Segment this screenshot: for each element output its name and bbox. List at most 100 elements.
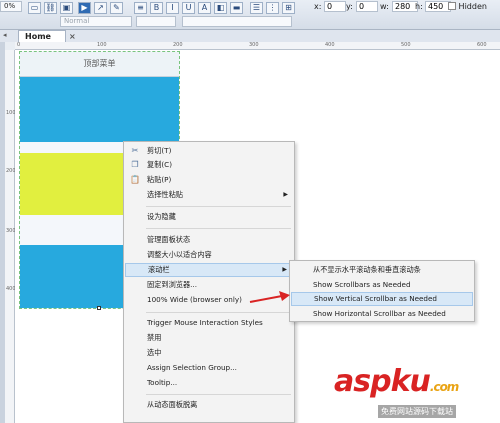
w-label: w: <box>380 2 389 11</box>
submenu-item-label: Show Horizontal Scrollbar as Needed <box>313 309 446 318</box>
menu-item-paste[interactable]: 📋 粘贴(P) <box>125 173 293 187</box>
menu-item-label: 选中 <box>147 348 162 357</box>
menu-item-label: 粘贴(P) <box>147 175 172 184</box>
watermark-suffix: .com <box>429 380 459 394</box>
bold-icon[interactable]: B <box>150 2 163 14</box>
watermark-text: aspku.com <box>334 364 459 399</box>
menu-item-label: 禁用 <box>147 333 162 342</box>
pointer-icon[interactable]: ▶ <box>78 2 91 14</box>
underline-icon[interactable]: U <box>182 2 195 14</box>
resize-handle[interactable] <box>97 306 101 310</box>
menu-item-label: 设为隐藏 <box>147 212 176 221</box>
submenu-item-show-as-needed[interactable]: Show Scrollbars as Needed <box>291 278 473 292</box>
pen-icon[interactable]: ✎ <box>110 2 123 14</box>
hidden-label: Hidden <box>458 2 487 11</box>
menu-item-label: 100% Wide (browser only) <box>147 295 242 304</box>
menu-item-label: 选择性粘贴 <box>147 190 183 199</box>
watermark-main: aspku <box>334 364 431 399</box>
menu-item-label: Tooltip... <box>147 378 178 387</box>
menu-item-disable[interactable]: 禁用 <box>125 331 293 345</box>
ruler-tick: 200 <box>173 42 183 48</box>
ruler-tick: 100 <box>97 42 107 48</box>
menu-item-set-hidden[interactable]: 设为隐藏 <box>125 210 293 224</box>
tab-home[interactable]: Home × <box>18 30 76 42</box>
menu-item-label: 调整大小以适合内容 <box>147 250 212 259</box>
group-icon[interactable]: ⊞ <box>282 2 295 14</box>
menu-item-label: 滚动栏 <box>148 265 170 274</box>
submenu-item-never-show[interactable]: 从不显示水平滚动条和垂直滚动条 <box>291 263 473 277</box>
font-size-select[interactable] <box>136 16 176 27</box>
menu-separator <box>146 206 291 207</box>
h-label: h: <box>415 2 423 11</box>
toolbar: 0% ▭ ⛓ ▣ ▶ ↗ ✎ ≡ B I U A ◧ ▬ ☰ ⋮ ⊞ Norma… <box>0 0 500 30</box>
blue-panel-top[interactable] <box>20 77 179 142</box>
top-menu-bar[interactable]: 顶部菜单 <box>20 52 179 77</box>
menu-item-manage-panel-states[interactable]: 管理面板状态 <box>125 233 293 247</box>
menu-item-label: 管理面板状态 <box>147 235 191 244</box>
menu-item-copy[interactable]: ❐ 复制(C) <box>125 158 293 172</box>
menu-item-label: 固定到浏览器... <box>147 280 197 289</box>
horizontal-ruler: 0 100 200 300 400 500 600 <box>15 42 500 50</box>
copy-icon: ❐ <box>131 160 139 169</box>
watermark-logo: aspku.com 免费网站源码下载站 <box>318 360 500 423</box>
menu-item-label: 剪切(T) <box>147 146 172 155</box>
fill-color-icon[interactable]: ◧ <box>214 2 227 14</box>
paragraph-select[interactable] <box>182 16 292 27</box>
vertical-ruler: 100 200 300 400 <box>5 50 16 423</box>
tab-home-label: Home <box>25 32 51 41</box>
hidden-checkbox[interactable] <box>448 2 456 10</box>
format-icon[interactable]: ≡ <box>134 2 147 14</box>
connector-icon[interactable]: ↗ <box>94 2 107 14</box>
submenu-item-vertical-as-needed[interactable]: Show Vertical Scrollbar as Needed <box>291 292 473 306</box>
submenu-arrow-icon: ▶ <box>283 191 288 198</box>
red-arrow-icon <box>249 291 290 303</box>
ruler-tick: 300 <box>249 42 259 48</box>
image-icon[interactable]: ▣ <box>60 2 73 14</box>
submenu-item-label: Show Scrollbars as Needed <box>313 280 411 289</box>
menu-item-cut[interactable]: ✂ 剪切(T) <box>125 144 293 158</box>
x-label: x: <box>314 2 322 11</box>
menu-item-label: 复制(C) <box>147 160 173 169</box>
scissors-icon: ✂ <box>131 146 139 155</box>
context-menu: ✂ 剪切(T) ❐ 复制(C) 📋 粘贴(P) 选择性粘贴 ▶ 设为隐藏 管理面… <box>123 141 295 423</box>
menu-item-detach-from-panel[interactable]: 从动态面板脱离 <box>125 398 293 412</box>
submenu-item-horizontal-as-needed[interactable]: Show Horizontal Scrollbar as Needed <box>291 307 473 321</box>
menu-item-assign-selection-group[interactable]: Assign Selection Group... <box>125 361 293 375</box>
distribute-icon[interactable]: ⋮ <box>266 2 279 14</box>
align-icon[interactable]: ☰ <box>250 2 263 14</box>
menu-separator <box>146 312 291 313</box>
close-icon[interactable]: × <box>69 31 76 42</box>
menu-item-trigger-mouse-styles[interactable]: Trigger Mouse Interaction Styles <box>125 316 293 330</box>
link-icon[interactable]: ⛓ <box>44 2 57 14</box>
menu-item-tooltip[interactable]: Tooltip... <box>125 376 293 390</box>
menu-item-fit-to-content[interactable]: 调整大小以适合内容 <box>125 248 293 262</box>
ruler-tick: 400 <box>325 42 335 48</box>
line-color-icon[interactable]: ▬ <box>230 2 243 14</box>
tab-scroll-icon[interactable]: ◂ <box>3 31 7 39</box>
y-label: y: <box>346 2 353 11</box>
submenu-item-label: 从不显示水平滚动条和垂直滚动条 <box>313 265 421 274</box>
submenu-item-label: Show Vertical Scrollbar as Needed <box>314 294 437 303</box>
zoom-select[interactable]: 0% <box>0 1 22 12</box>
x-input[interactable] <box>324 1 346 12</box>
menu-item-paste-special[interactable]: 选择性粘贴 ▶ <box>125 188 293 202</box>
ruler-tick: 600 <box>477 42 487 48</box>
y-input[interactable] <box>356 1 378 12</box>
scrollbar-submenu: 从不显示水平滚动条和垂直滚动条 Show Scrollbars as Neede… <box>289 260 475 322</box>
ruler-tick: 0 <box>17 42 21 48</box>
paste-icon: 📋 <box>130 175 140 184</box>
menu-item-label: 从动态面板脱离 <box>147 400 198 409</box>
hidden-toggle[interactable]: Hidden <box>448 0 500 13</box>
insert-icon[interactable]: ▭ <box>28 2 41 14</box>
submenu-arrow-icon: ▶ <box>282 266 287 273</box>
font-style-select[interactable]: Normal <box>60 16 132 27</box>
menu-separator <box>146 394 291 395</box>
menu-item-label: Trigger Mouse Interaction Styles <box>147 318 263 327</box>
menu-item-selected[interactable]: 选中 <box>125 346 293 360</box>
watermark-subtitle: 免费网站源码下载站 <box>378 405 456 418</box>
menu-item-label: Assign Selection Group... <box>147 363 237 372</box>
font-color-icon[interactable]: A <box>198 2 211 14</box>
menu-item-scrollbars[interactable]: 滚动栏 ▶ <box>125 263 293 277</box>
menu-separator <box>146 228 291 229</box>
italic-icon[interactable]: I <box>166 2 179 14</box>
